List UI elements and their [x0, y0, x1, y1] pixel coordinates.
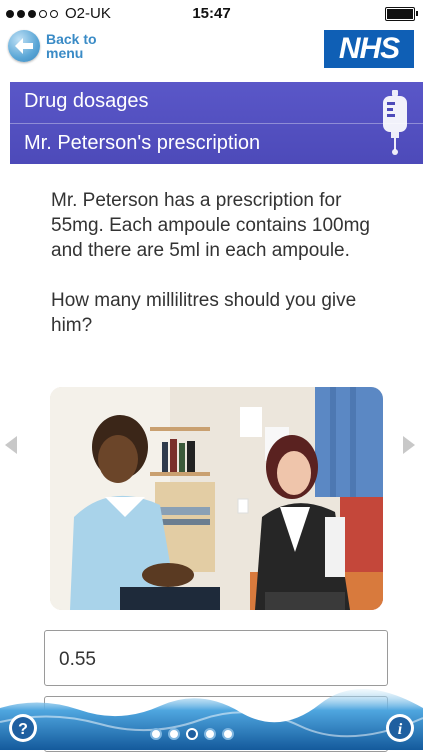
- previous-arrow-icon[interactable]: [3, 435, 19, 455]
- back-to-menu-label: Back to menu: [46, 31, 97, 61]
- answer-option-1[interactable]: 0.55: [44, 630, 388, 686]
- next-arrow-icon[interactable]: [401, 435, 417, 455]
- scenario-title: Mr. Peterson's prescription: [24, 132, 261, 154]
- footer-water-bar: [0, 688, 423, 750]
- info-icon[interactable]: i: [385, 713, 415, 743]
- section-title: Drug dosages: [24, 90, 149, 112]
- svg-text:i: i: [398, 721, 403, 738]
- page-dot-current[interactable]: [186, 728, 198, 740]
- nhs-logo: NHS: [324, 30, 414, 68]
- clock: 15:47: [192, 5, 231, 22]
- page-dot[interactable]: [222, 728, 234, 740]
- back-to-menu-button[interactable]: Back to menu: [8, 30, 106, 62]
- title-divider: [10, 123, 423, 124]
- iv-drip-bag-icon: [381, 90, 409, 161]
- page-indicator: [150, 728, 234, 740]
- page-dot[interactable]: [150, 728, 162, 740]
- help-icon[interactable]: ?: [8, 713, 38, 743]
- page-dot[interactable]: [168, 728, 180, 740]
- question-prompt: How many millilitres should you give him…: [51, 290, 357, 336]
- scenario-text: Mr. Peterson has a prescription for 55mg…: [51, 190, 370, 261]
- title-band: Drug dosages Mr. Peterson's prescription: [10, 82, 423, 164]
- status-bar: O2-UK 15:47: [0, 0, 423, 26]
- page-dot[interactable]: [204, 728, 216, 740]
- svg-text:?: ?: [18, 721, 28, 738]
- consultation-photo: [50, 387, 383, 610]
- back-arrow-icon: [8, 30, 40, 62]
- question-text: Mr. Peterson has a prescription for 55mg…: [51, 188, 381, 363]
- battery-icon: [385, 7, 418, 21]
